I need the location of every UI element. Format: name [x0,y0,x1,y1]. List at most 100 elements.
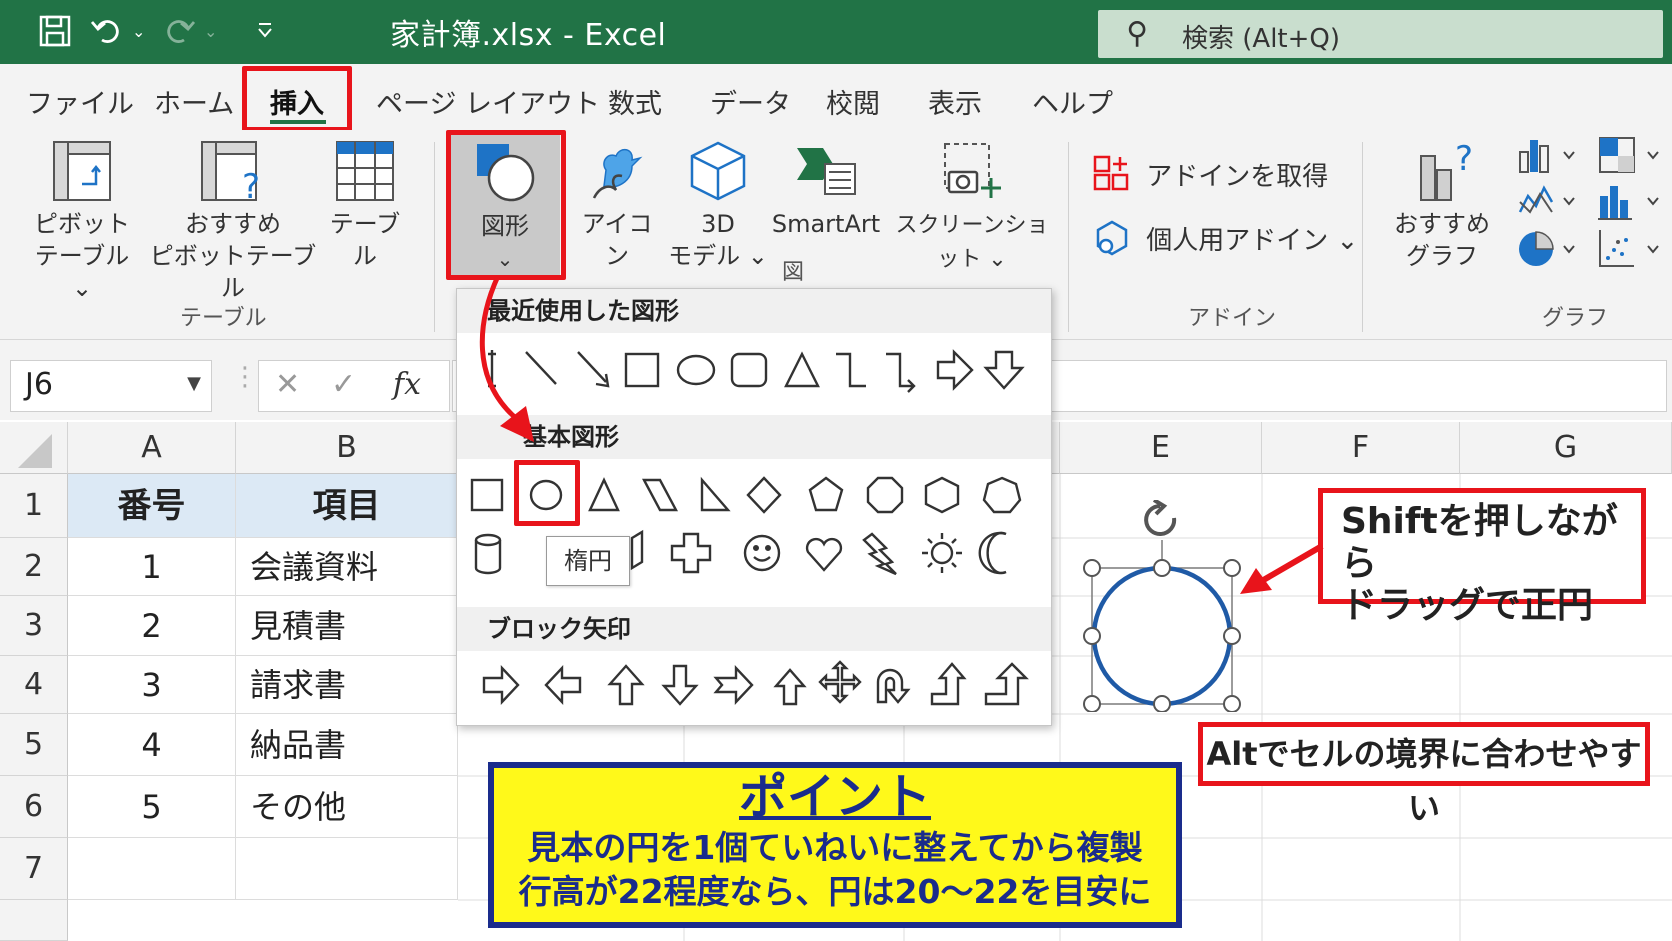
ellipse-shape-highlight [514,460,580,526]
3d-models-label-1: 3D [701,210,735,238]
block-arrow-bent-up-icon [984,662,1029,706]
smartart-button[interactable]: SmartArt [766,140,886,240]
search-box[interactable]: ⚲ 検索 (Alt+Q) [1098,10,1663,58]
column-header-g[interactable]: G [1460,422,1672,474]
tab-data[interactable]: データ [710,82,791,121]
cell-b2[interactable]: 会議資料 [236,538,458,596]
icons-button[interactable]: アイコン [570,140,664,272]
smartart-icon [797,148,856,195]
recommended-pivot-label-2: ピボットテーブル [149,242,317,302]
column-chart-icon[interactable] [1518,136,1578,176]
undo-icon[interactable] [90,14,124,56]
recommended-charts-button[interactable]: ? おすすめ グラフ [1392,140,1492,272]
cell-a7[interactable] [68,838,236,900]
shape-cross-icon [670,532,712,574]
row-header-1[interactable]: 1 [0,474,68,538]
cell-a5[interactable]: 4 [68,714,236,776]
3d-models-button[interactable]: 3D モデル ⌄ [668,140,768,272]
shape-textbox-icon [470,478,504,512]
name-box[interactable]: J6 ▼ [10,360,212,412]
redo-icon[interactable] [162,14,196,56]
cell-b5[interactable]: 納品書 [236,714,458,776]
title-bar: ⌄ ⌄ 家計簿.xlsx - Excel ⚲ 検索 (Alt+Q) [0,0,1672,64]
screenshot-button[interactable]: スクリーンショット ⌄ [888,140,1056,276]
insert-function-button[interactable]: fx [393,367,421,402]
customize-toolbar-icon[interactable] [256,18,274,44]
cell-b7[interactable] [236,838,458,900]
save-icon[interactable] [38,14,72,56]
recommended-pivot-label-1: おすすめ [185,210,281,238]
cell-b4[interactable]: 請求書 [236,656,458,714]
block-arrows-title: ブロック矢印 [457,607,1051,651]
block-arrow-left-icon [544,664,582,706]
shape-rectangle-icon [624,352,660,388]
shape-elbow-arrow-icon [886,352,916,393]
search-icon: ⚲ [1126,16,1148,51]
tab-help[interactable]: ヘルプ [1032,82,1113,121]
cell-a3[interactable]: 2 [68,596,236,656]
shape-lightning-icon [862,532,897,576]
row-header-5[interactable]: 5 [0,714,68,776]
get-addins-button[interactable]: アドインを取得 [1092,154,1328,194]
select-all-corner[interactable] [0,422,68,474]
shift-callout-arrow [1240,543,1324,594]
recommended-pivot-button[interactable]: ? おすすめ ピボットテーブル [148,140,318,304]
pivot-table-button[interactable]: ピボット テーブル ⌄ [30,140,134,304]
shape-sun-icon [922,533,962,573]
shape-isosceles-triangle-icon [588,477,620,512]
tab-home[interactable]: ホーム [154,82,234,121]
personal-addins-button[interactable]: 個人用アドイン ⌄ [1092,218,1358,258]
name-box-dropdown-icon[interactable]: ▼ [187,373,201,394]
statistic-chart-icon[interactable] [1598,182,1664,222]
row-header-8[interactable] [0,900,68,941]
group-label-charts: グラフ [1542,306,1609,331]
get-addins-icon [1093,155,1129,191]
block-arrow-up-small-icon [773,668,807,706]
group-label-addins: アドイン [1188,306,1277,331]
row-header-7[interactable]: 7 [0,838,68,900]
point-title: ポイント [738,769,931,825]
tab-formulas[interactable]: 数式 [608,82,662,121]
pie-chart-icon[interactable] [1518,228,1578,270]
recommended-charts-icon: ? [1420,140,1473,201]
ribbon-separator [1068,142,1069,332]
screenshot-label: スクリーンショット ⌄ [895,213,1049,272]
cell-a6[interactable]: 5 [68,776,236,838]
row-header-4[interactable]: 4 [0,656,68,714]
rotate-handle-icon [1144,500,1177,536]
circle-shape[interactable] [1072,500,1252,712]
row-header-6[interactable]: 6 [0,776,68,838]
cell-a2[interactable]: 1 [68,538,236,596]
tab-review[interactable]: 校閲 [826,82,880,121]
cell-b3[interactable]: 見積書 [236,596,458,656]
tab-file[interactable]: ファイル [26,82,134,121]
recommended-pivot-icon: ? [201,141,260,202]
screenshot-icon [944,143,1001,198]
row-header-2[interactable]: 2 [0,538,68,596]
column-header-a[interactable]: A [68,422,236,474]
line-chart-icon[interactable] [1518,182,1578,222]
shape-right-triangle-icon [700,476,731,512]
cancel-icon[interactable]: ✕ [275,367,300,402]
row-header-3[interactable]: 3 [0,596,68,656]
scatter-chart-icon[interactable] [1598,228,1664,270]
column-header-f[interactable]: F [1262,422,1460,474]
enter-icon[interactable]: ✓ [331,367,356,402]
tab-view[interactable]: 表示 [928,82,982,121]
cell-b6[interactable]: その他 [236,776,458,838]
table-button[interactable]: テーブル [320,140,410,272]
cell-a4[interactable]: 3 [68,656,236,714]
shape-arrow-line-icon [577,351,610,388]
cell-a1[interactable]: 番号 [68,474,236,538]
cell-b1[interactable]: 項目 [236,474,458,538]
shape-hexagon-icon [924,476,960,514]
shape-elbow-connector-icon [836,352,866,388]
undo-dropdown-icon[interactable]: ⌄ [132,22,145,41]
recommended-charts-label-2: グラフ [1406,242,1478,270]
tab-page-layout[interactable]: ページ レイアウト [376,82,600,121]
guide-arrow [479,274,534,442]
column-header-e[interactable]: E [1060,422,1262,474]
column-header-b[interactable]: B [236,422,458,474]
hierarchy-chart-icon[interactable] [1598,136,1664,176]
redo-dropdown-icon[interactable]: ⌄ [204,22,217,41]
